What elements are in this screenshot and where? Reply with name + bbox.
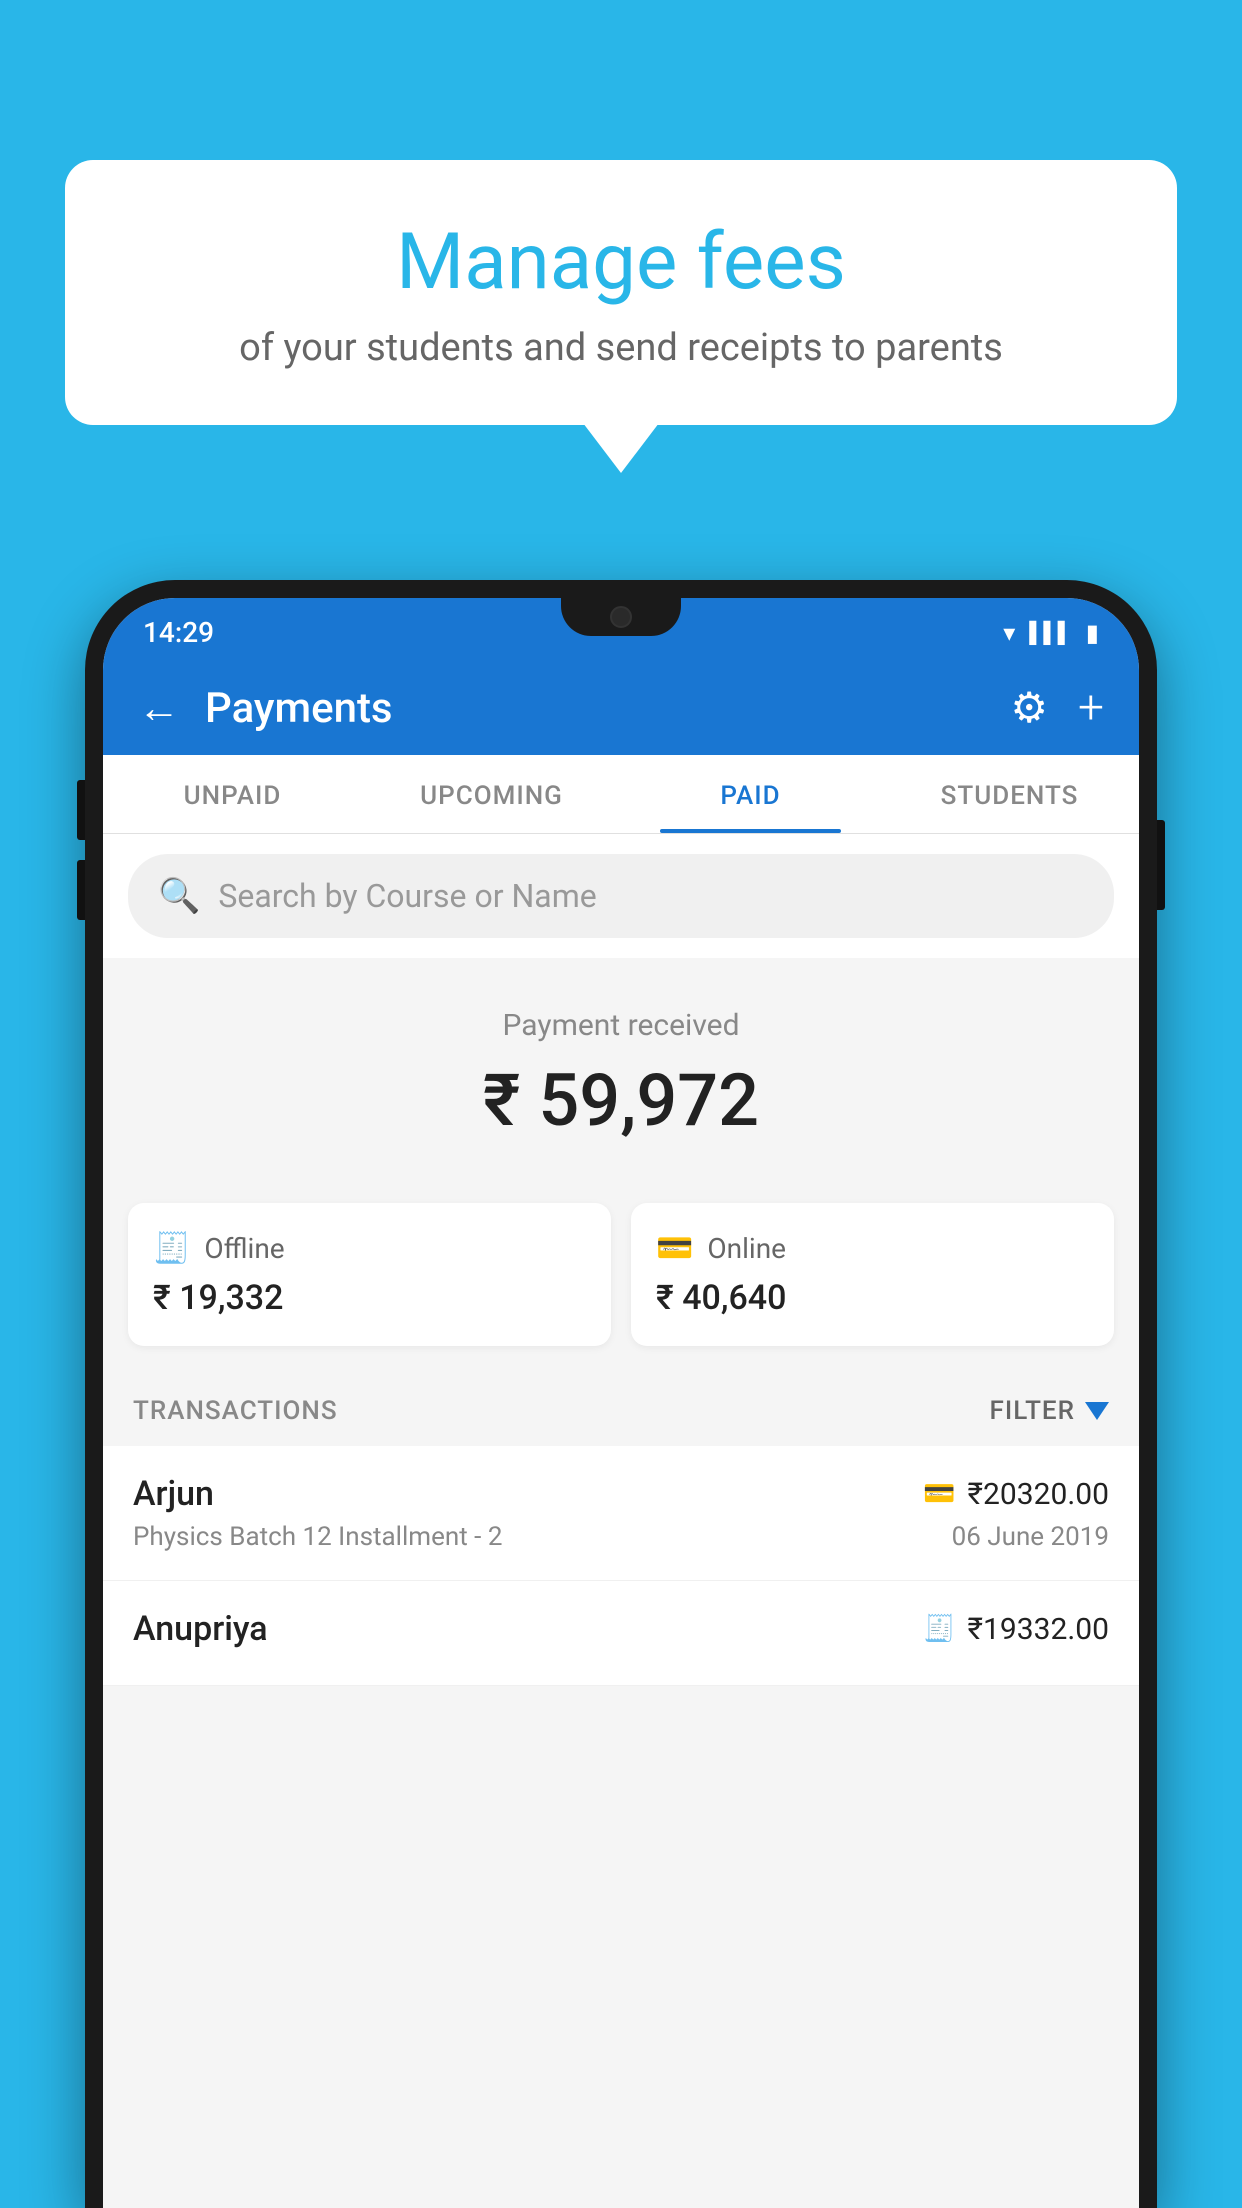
phone-screen: 14:29 ▾ ▌▌▌ ▮ ← Payments ⚙ + UNPAID UPCO… [103, 598, 1139, 2208]
table-row[interactable]: Arjun 💳 ₹20320.00 Physics Batch 12 Insta… [103, 1446, 1139, 1581]
status-icons: ▾ ▌▌▌ ▮ [1003, 619, 1099, 647]
add-button[interactable]: + [1078, 681, 1104, 735]
transaction-date: 06 June 2019 [952, 1522, 1109, 1552]
transaction-name: Arjun [133, 1474, 214, 1514]
settings-icon[interactable]: ⚙ [1010, 683, 1048, 733]
signal-icon: ▌▌▌ [1029, 620, 1072, 645]
search-container: 🔍 Search by Course or Name [103, 834, 1139, 958]
online-label: Online [707, 1232, 786, 1265]
transactions-header: TRANSACTIONS FILTER [103, 1376, 1139, 1446]
payment-type-icon: 💳 [923, 1479, 955, 1509]
filter-label: FILTER [990, 1396, 1075, 1426]
transaction-course: Physics Batch 12 Installment - 2 [133, 1522, 502, 1552]
app-bar-actions: ⚙ + [1010, 681, 1104, 735]
filter-button[interactable]: FILTER [990, 1396, 1109, 1426]
front-camera [610, 606, 632, 628]
online-payment-card: 💳 Online ₹ 40,640 [631, 1203, 1114, 1346]
search-icon: 🔍 [158, 876, 200, 916]
offline-amount: ₹ 19,332 [153, 1278, 586, 1318]
online-card-header: 💳 Online [656, 1231, 1089, 1266]
transaction-bottom-row: Physics Batch 12 Installment - 2 06 June… [133, 1522, 1109, 1552]
bubble-subtitle: of your students and send receipts to pa… [115, 326, 1127, 370]
online-amount: ₹ 40,640 [656, 1278, 1089, 1318]
back-button[interactable]: ← [138, 684, 180, 733]
phone-volume-button-1 [77, 780, 85, 840]
phone-frame: 14:29 ▾ ▌▌▌ ▮ ← Payments ⚙ + UNPAID UPCO… [85, 580, 1157, 2208]
search-input[interactable]: Search by Course or Name [218, 877, 596, 915]
phone-power-button [1157, 820, 1165, 910]
payment-received-label: Payment received [133, 1008, 1109, 1043]
payment-total-amount: ₹ 59,972 [133, 1058, 1109, 1143]
online-payment-icon: 💳 [656, 1231, 693, 1266]
phone-volume-button-2 [77, 860, 85, 920]
transaction-amount: ₹20320.00 [968, 1477, 1109, 1512]
status-time: 14:29 [143, 616, 214, 649]
app-bar-title: Payments [205, 684, 1010, 733]
payment-cards: 🧾 Offline ₹ 19,332 💳 Online ₹ 40,640 [103, 1203, 1139, 1376]
transaction-amount-wrap: 💳 ₹20320.00 [923, 1477, 1109, 1512]
payment-type-icon: 🧾 [923, 1614, 955, 1644]
battery-icon: ▮ [1086, 619, 1099, 647]
speech-bubble: Manage fees of your students and send re… [65, 160, 1177, 425]
tab-bar: UNPAID UPCOMING PAID STUDENTS [103, 755, 1139, 834]
offline-label: Offline [204, 1232, 284, 1265]
transaction-top-row: Arjun 💳 ₹20320.00 [133, 1474, 1109, 1514]
payment-received-section: Payment received ₹ 59,972 [103, 968, 1139, 1203]
transaction-amount-wrap: 🧾 ₹19332.00 [923, 1612, 1109, 1647]
transaction-top-row: Anupriya 🧾 ₹19332.00 [133, 1609, 1109, 1649]
phone-notch [561, 598, 681, 636]
offline-card-header: 🧾 Offline [153, 1231, 586, 1266]
transaction-name: Anupriya [133, 1609, 268, 1649]
tab-unpaid[interactable]: UNPAID [103, 755, 362, 833]
bubble-title: Manage fees [115, 220, 1127, 306]
tab-students[interactable]: STUDENTS [880, 755, 1139, 833]
filter-icon [1085, 1402, 1109, 1420]
wifi-icon: ▾ [1003, 619, 1015, 647]
offline-payment-icon: 🧾 [153, 1231, 190, 1266]
app-bar: ← Payments ⚙ + [103, 661, 1139, 755]
content-area: 🔍 Search by Course or Name Payment recei… [103, 834, 1139, 2208]
tab-upcoming[interactable]: UPCOMING [362, 755, 621, 833]
search-box[interactable]: 🔍 Search by Course or Name [128, 854, 1114, 938]
transactions-label: TRANSACTIONS [133, 1396, 338, 1426]
table-row[interactable]: Anupriya 🧾 ₹19332.00 [103, 1581, 1139, 1686]
transaction-amount: ₹19332.00 [968, 1612, 1109, 1647]
tab-paid[interactable]: PAID [621, 755, 880, 833]
offline-payment-card: 🧾 Offline ₹ 19,332 [128, 1203, 611, 1346]
